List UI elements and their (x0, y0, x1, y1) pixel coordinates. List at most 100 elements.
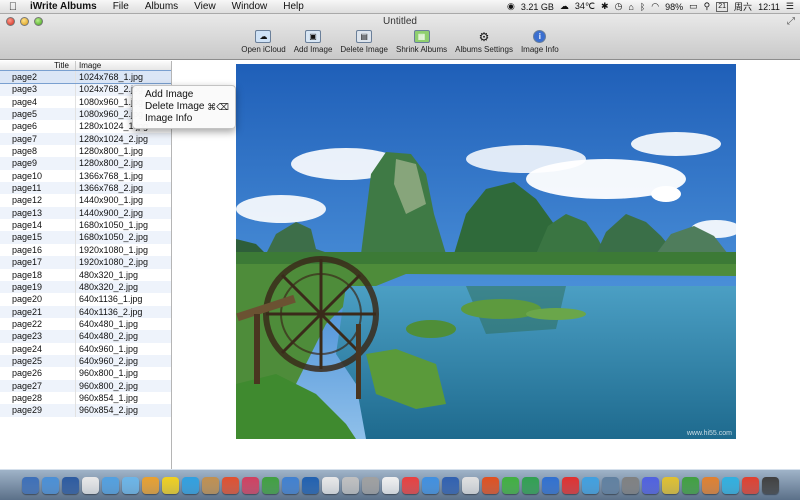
list-row[interactable]: page25 640x960_2.jpg (0, 354, 171, 368)
menu-albums[interactable]: Albums (137, 1, 186, 12)
open-icloud-button[interactable]: ☁ Open iCloud (241, 30, 286, 54)
list-row[interactable]: page7 1280x1024_2.jpg (0, 132, 171, 146)
battery-percent[interactable]: 98% (665, 2, 683, 12)
weather-icon[interactable]: ☁ (560, 1, 569, 12)
clock-icon[interactable]: ◷ (615, 1, 623, 12)
dock-app-icon[interactable] (601, 476, 619, 494)
dock-app-icon[interactable] (481, 476, 499, 494)
list-row[interactable]: page10 1366x768_1.jpg (0, 169, 171, 183)
shrink-albums-button[interactable]: ▦ Shrink Albums (396, 30, 447, 54)
dock-app-icon[interactable] (121, 476, 139, 494)
dock-app-icon[interactable] (501, 476, 519, 494)
dock-app-icon[interactable] (761, 476, 779, 494)
dock-app-icon[interactable] (41, 476, 59, 494)
list-row[interactable]: page13 1440x900_2.jpg (0, 206, 171, 220)
dock-app-icon[interactable] (441, 476, 459, 494)
list-row[interactable]: page14 1680x1050_1.jpg (0, 219, 171, 232)
dock-app-icon[interactable] (281, 476, 299, 494)
menu-help[interactable]: Help (275, 1, 312, 12)
list-row[interactable]: page16 1920x1080_1.jpg (0, 243, 171, 257)
bluetooth-icon-2[interactable]: ᛒ (640, 2, 645, 12)
apple-menu-icon[interactable]:  (0, 1, 26, 13)
wifi-icon[interactable]: ◠ (651, 1, 659, 12)
dock-app-icon[interactable] (561, 476, 579, 494)
lock-icon[interactable]: ⌂ (628, 2, 633, 12)
dock-app-icon[interactable] (741, 476, 759, 494)
menu-window[interactable]: Window (224, 1, 276, 12)
temperature[interactable]: 34℃ (575, 1, 595, 12)
dock-app-icon[interactable] (61, 476, 79, 494)
list-row[interactable]: page18 480x320_1.jpg (0, 268, 171, 281)
dock-app-icon[interactable] (21, 476, 39, 494)
list-row[interactable]: page15 1680x1050_2.jpg (0, 231, 171, 244)
list-row[interactable]: page2 1024x768_1.jpg (0, 69, 171, 85)
dock-app-icon[interactable] (321, 476, 339, 494)
menu-file[interactable]: File (105, 1, 137, 12)
dock-app-icon[interactable] (401, 476, 419, 494)
delete-image-button[interactable]: ▤ Delete Image (340, 30, 388, 54)
row-image: 1680x1050_1.jpg (79, 220, 149, 231)
dock-app-icon[interactable] (341, 476, 359, 494)
list-row[interactable]: page23 640x480_2.jpg (0, 330, 171, 343)
dock-app-icon[interactable] (721, 476, 739, 494)
bluetooth-icon[interactable]: ✱ (601, 1, 609, 12)
dock-app-icon[interactable] (301, 476, 319, 494)
add-image-button[interactable]: ▣ Add Image (294, 30, 332, 54)
albums-settings-button[interactable]: ⚙ Albums Settings (455, 30, 513, 55)
list-row[interactable]: page12 1440x900_1.jpg (0, 194, 171, 207)
dock-app-icon[interactable] (421, 476, 439, 494)
list-row[interactable]: page11 1366x768_2.jpg (0, 182, 171, 195)
battery-icon[interactable]: ▭ (689, 1, 698, 12)
input-method-box[interactable]: 21 (716, 1, 729, 12)
search-icon[interactable]: ⚲ (704, 1, 711, 12)
dock-app-icon[interactable] (461, 476, 479, 494)
dock-app-icon[interactable] (681, 476, 699, 494)
list-row[interactable]: page22 640x480_1.jpg (0, 317, 171, 331)
list-row[interactable]: page17 1920x1080_2.jpg (0, 256, 171, 269)
menu-view[interactable]: View (186, 1, 224, 12)
dock-app-icon[interactable] (81, 476, 99, 494)
disk-icon[interactable]: ◉ (507, 1, 515, 12)
list-row[interactable]: page8 1280x800_1.jpg (0, 145, 171, 158)
row-title: page19 (0, 280, 76, 294)
dock-app-icon[interactable] (261, 476, 279, 494)
dock-app-icon[interactable] (641, 476, 659, 494)
app-menu[interactable]: iWrite Albums (26, 1, 105, 12)
list-row[interactable]: page28 960x854_1.jpg (0, 391, 171, 405)
dock-app-icon[interactable] (521, 476, 539, 494)
menu-list-icon[interactable]: ☰ (786, 1, 794, 12)
image-column-header[interactable]: Image (76, 61, 101, 70)
image-info-button[interactable]: i Image Info (521, 30, 559, 54)
weekday[interactable]: 周六 (734, 0, 752, 13)
ctx-add-image[interactable]: Add Image (133, 89, 235, 101)
dock-app-icon[interactable] (161, 476, 179, 494)
list-row[interactable]: page24 640x960_1.jpg (0, 342, 171, 355)
dock-app-icon[interactable] (661, 476, 679, 494)
list-row[interactable]: page29 960x854_2.jpg (0, 404, 171, 417)
dock-app-icon[interactable] (701, 476, 719, 494)
list-row[interactable]: page19 480x320_2.jpg (0, 280, 171, 294)
fullscreen-icon[interactable]: ⤢ (787, 16, 795, 27)
list-row[interactable]: page26 960x800_1.jpg (0, 367, 171, 380)
dock-app-icon[interactable] (361, 476, 379, 494)
ctx-image-info[interactable]: Image Info (133, 113, 235, 125)
dock-app-icon[interactable] (201, 476, 219, 494)
list-row[interactable]: page9 1280x800_2.jpg (0, 157, 171, 170)
dock-app-icon[interactable] (381, 476, 399, 494)
dock-app-icon[interactable] (241, 476, 259, 494)
ctx-delete-image[interactable]: Delete Image ⌘⌫ (133, 101, 235, 113)
dock-app-icon[interactable] (541, 476, 559, 494)
list-row[interactable]: page21 640x1136_2.jpg (0, 305, 171, 318)
disk-space[interactable]: 3.21 GB (521, 2, 554, 12)
title-column-header[interactable]: Title (0, 61, 76, 70)
list-row[interactable]: page27 960x800_2.jpg (0, 379, 171, 392)
preview-image[interactable]: www.hi55.com (236, 64, 736, 439)
dock-app-icon[interactable] (621, 476, 639, 494)
dock-app-icon[interactable] (141, 476, 159, 494)
list-row[interactable]: page20 640x1136_1.jpg (0, 293, 171, 306)
dock-app-icon[interactable] (221, 476, 239, 494)
dock-app-icon[interactable] (581, 476, 599, 494)
clock-time[interactable]: 12:11 (758, 2, 780, 12)
dock-app-icon[interactable] (101, 476, 119, 494)
dock-app-icon[interactable] (181, 476, 199, 494)
